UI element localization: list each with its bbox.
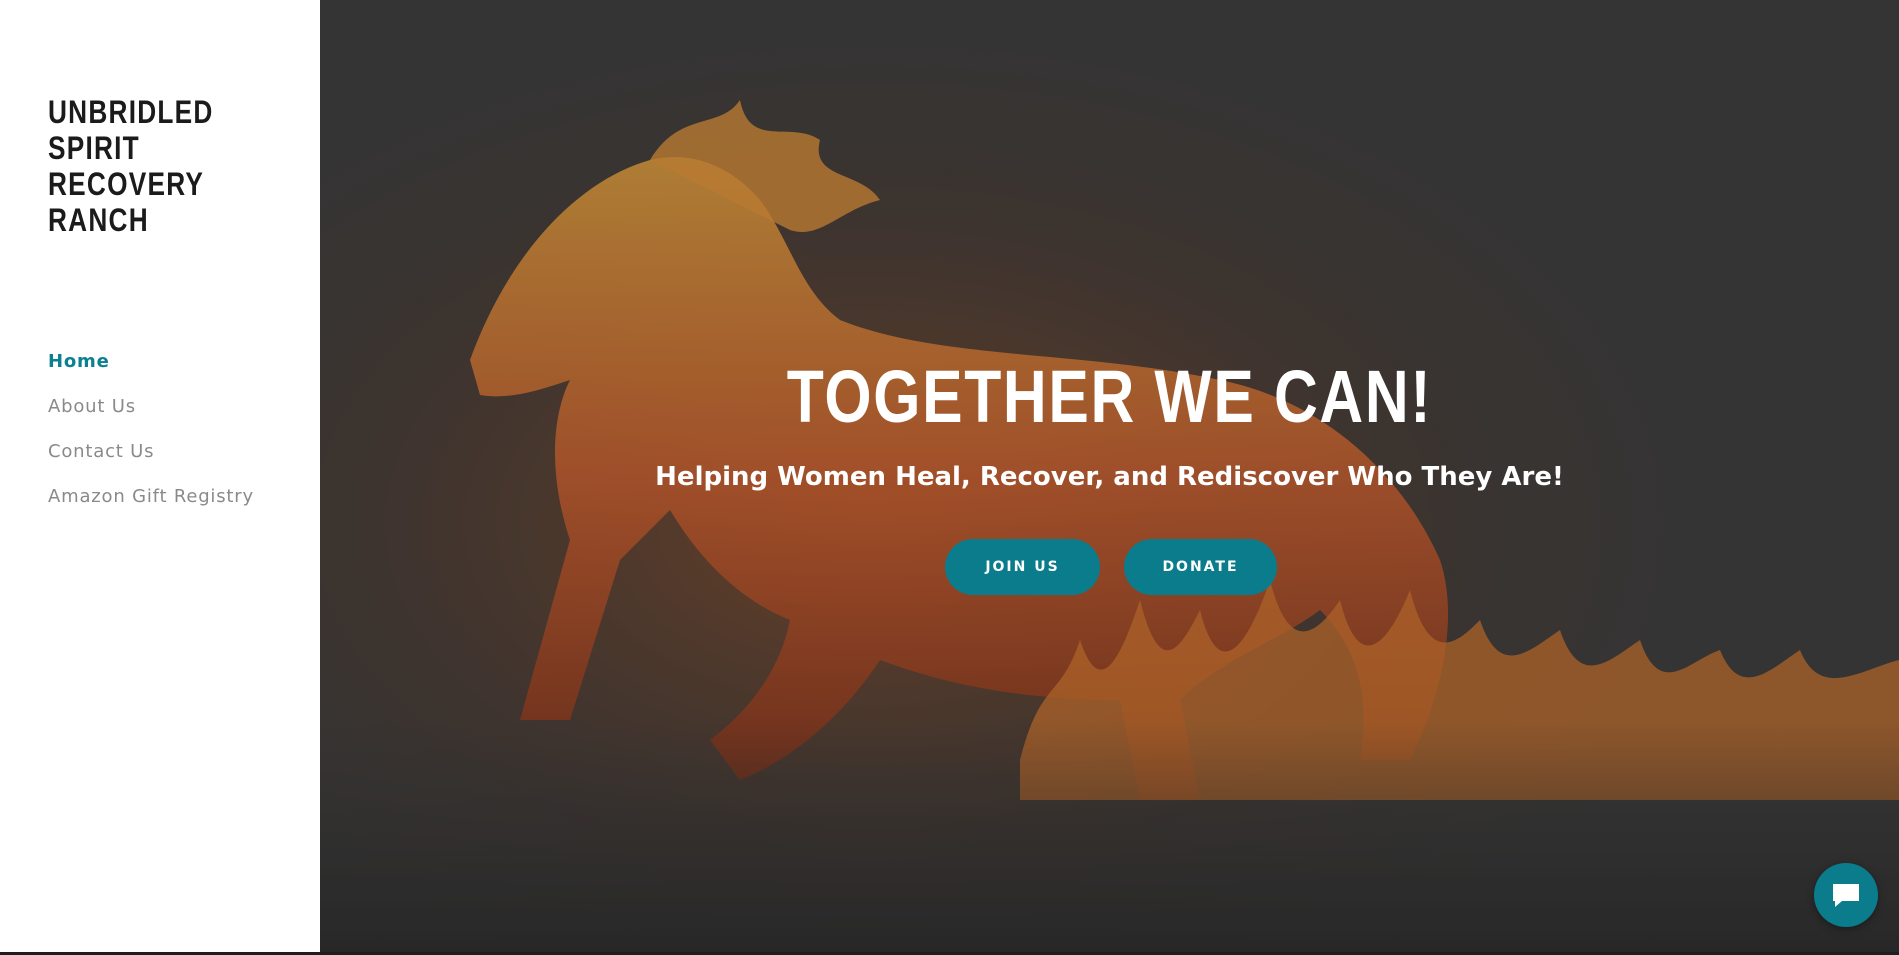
hero-section: TOGETHER WE CAN! Helping Women Heal, Rec… [320,0,1899,952]
site-title-line-2[interactable]: SPIRIT [48,130,245,166]
donate-button[interactable]: DONATE [1124,539,1277,595]
hero-subtitle: Helping Women Heal, Recover, and Redisco… [655,462,1564,492]
main-nav: Home About Us Contact Us Amazon Gift Reg… [48,350,254,530]
nav-item-amazon-gift-registry[interactable]: Amazon Gift Registry [48,485,254,530]
join-us-button[interactable]: JOIN US [945,539,1100,595]
chat-button[interactable] [1814,863,1878,927]
nav-item-home[interactable]: Home [48,350,254,395]
chat-bubble-icon [1833,884,1859,907]
site-title-line-4[interactable]: RANCH [48,202,245,238]
site-title-line-1[interactable]: UNBRIDLED [48,94,245,130]
sidebar: UNBRIDLED SPIRIT RECOVERY RANCH Home Abo… [0,0,320,952]
site-title-line-3[interactable]: RECOVERY [48,166,245,202]
page: UNBRIDLED SPIRIT RECOVERY RANCH Home Abo… [0,0,1899,955]
hero-title: TOGETHER WE CAN! [786,355,1433,438]
site-title[interactable]: UNBRIDLED SPIRIT RECOVERY RANCH [48,94,245,238]
nav-item-about-us[interactable]: About Us [48,395,254,440]
nav-item-contact-us[interactable]: Contact Us [48,440,254,485]
